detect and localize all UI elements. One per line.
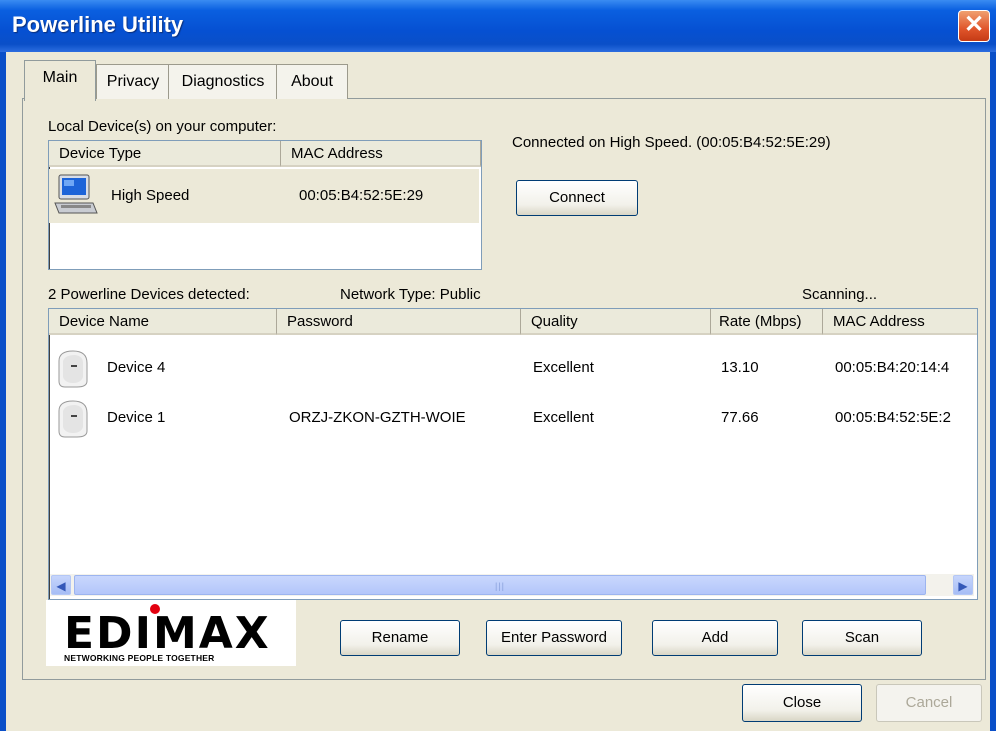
- local-devices-list[interactable]: Device Type MAC Address High Speed 00:05…: [48, 140, 482, 270]
- logo-tagline: NETWORKING PEOPLE TOGETHER: [64, 653, 215, 663]
- window-frame-left: [0, 52, 6, 731]
- window-frame-right: [990, 52, 996, 731]
- col-device-type[interactable]: Device Type: [49, 141, 281, 167]
- tab-about[interactable]: About: [276, 64, 348, 99]
- col-quality[interactable]: Quality: [521, 309, 711, 335]
- tab-privacy[interactable]: Privacy: [96, 64, 170, 99]
- device-password: ORZJ-ZKON-GZTH-WOIE: [289, 409, 466, 426]
- scan-button[interactable]: Scan: [802, 620, 922, 656]
- connect-button[interactable]: Connect: [516, 180, 638, 216]
- powerline-utility-window: Powerline Utility ✕ Privacy Diagnostics …: [0, 0, 996, 731]
- device-quality: Excellent: [533, 409, 594, 426]
- local-device-mac: 00:05:B4:52:5E:29: [299, 187, 424, 204]
- col-mac-address[interactable]: MAC Address: [281, 141, 481, 167]
- horizontal-scrollbar[interactable]: ◀ ||| ▶: [50, 574, 974, 596]
- powerline-adapter-icon: [53, 397, 95, 441]
- tab-main[interactable]: Main: [24, 60, 96, 101]
- table-row[interactable]: Device 4 Excellent 13.10 00:05:B4:20:14:…: [49, 347, 975, 391]
- col-password[interactable]: Password: [277, 309, 521, 335]
- device-rate: 77.66: [721, 409, 759, 426]
- device-name: Device 1: [107, 409, 166, 426]
- scanning-status: Scanning...: [802, 286, 878, 303]
- table-row[interactable]: Device 1 ORZJ-ZKON-GZTH-WOIE Excellent 7…: [49, 397, 975, 441]
- local-device-row[interactable]: High Speed 00:05:B4:52:5E:29: [49, 169, 479, 223]
- local-device-type: High Speed: [111, 187, 190, 204]
- cancel-button[interactable]: Cancel: [876, 684, 982, 722]
- scrollbar-thumb[interactable]: |||: [74, 575, 926, 595]
- enter-password-button[interactable]: Enter Password: [486, 620, 622, 656]
- device-mac: 00:05:B4:20:14:4: [835, 359, 950, 376]
- edimax-logo: EDIMAX NETWORKING PEOPLE TOGETHER: [46, 600, 296, 666]
- title-bar[interactable]: Powerline Utility ✕: [0, 0, 996, 52]
- col-rate[interactable]: Rate (Mbps): [711, 309, 823, 335]
- add-button[interactable]: Add: [652, 620, 778, 656]
- rename-button[interactable]: Rename: [340, 620, 460, 656]
- computer-icon: [53, 173, 99, 219]
- local-devices-label: Local Device(s) on your computer:: [48, 118, 277, 135]
- tab-diagnostics[interactable]: Diagnostics: [168, 64, 278, 99]
- logo-brand: EDIMAX: [64, 608, 271, 659]
- scroll-left-arrow-icon[interactable]: ◀: [51, 575, 71, 595]
- scroll-right-arrow-icon[interactable]: ▶: [953, 575, 973, 595]
- powerline-devices-list[interactable]: Device Name Password Quality Rate (Mbps)…: [48, 308, 978, 600]
- window-close-button[interactable]: ✕: [958, 10, 990, 42]
- col-network-mac[interactable]: MAC Address: [823, 309, 977, 335]
- network-type-label: Network Type: Public: [340, 286, 481, 303]
- powerline-adapter-icon: [53, 347, 95, 391]
- device-quality: Excellent: [533, 359, 594, 376]
- window-title: Powerline Utility: [12, 12, 184, 37]
- connection-status: Connected on High Speed. (00:05:B4:52:5E…: [512, 134, 831, 151]
- close-button[interactable]: Close: [742, 684, 862, 722]
- device-rate: 13.10: [721, 359, 759, 376]
- device-mac: 00:05:B4:52:5E:2: [835, 409, 951, 426]
- col-device-name[interactable]: Device Name: [49, 309, 277, 335]
- device-name: Device 4: [107, 359, 166, 376]
- devices-detected-label: 2 Powerline Devices detected:: [48, 286, 250, 303]
- close-icon: ✕: [963, 11, 985, 38]
- scrollbar-grip-icon: |||: [495, 581, 506, 591]
